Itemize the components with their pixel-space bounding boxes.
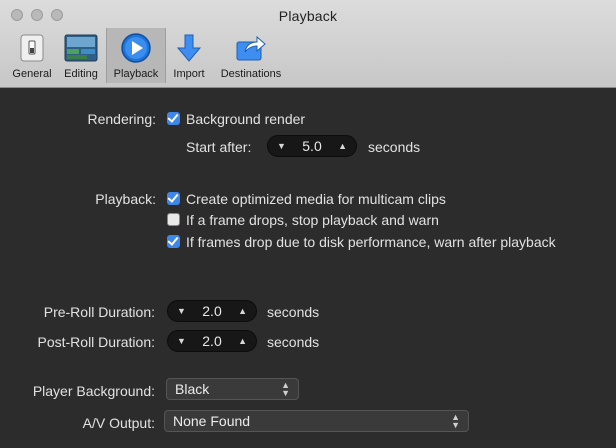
increment-arrow-icon[interactable]: ▲	[238, 306, 247, 316]
tab-general[interactable]: General	[8, 28, 56, 83]
start-after-unit: seconds	[368, 139, 421, 155]
playback-play-icon	[118, 32, 154, 64]
tab-playback-label: Playback	[113, 68, 159, 80]
preferences-toolbar: General Editing Playback Import Destinat…	[8, 28, 290, 83]
preroll-unit: seconds	[267, 304, 320, 320]
preroll-stepper[interactable]: ▼ 2.0 ▲	[167, 300, 257, 322]
av-output-popup[interactable]: None Found ▲ ▼	[164, 410, 469, 432]
import-arrow-icon	[171, 32, 207, 64]
frame-drop-stop-text: If a frame drops, stop playback and warn	[186, 212, 439, 228]
window-title: Playback	[278, 8, 338, 24]
frame-drop-stop-checkbox[interactable]	[167, 213, 180, 226]
playback-preferences-pane: Rendering: Background render Start after…	[0, 88, 616, 448]
tab-editing-label: Editing	[64, 68, 98, 80]
playback-label: Playback:	[95, 191, 156, 207]
decrement-arrow-icon[interactable]: ▼	[277, 141, 286, 151]
title-bar: Playback General Editing Playback Import…	[0, 0, 616, 88]
tab-import[interactable]: Import	[166, 28, 212, 83]
start-after-stepper[interactable]: ▼ 5.0 ▲	[267, 135, 357, 157]
tab-import-label: Import	[173, 68, 205, 80]
decrement-arrow-icon[interactable]: ▼	[177, 306, 186, 316]
increment-arrow-icon[interactable]: ▲	[238, 336, 247, 346]
player-background-label: Player Background:	[32, 383, 155, 399]
updown-chevron-icon: ▲ ▼	[451, 412, 460, 430]
general-switch-icon	[14, 32, 50, 64]
tab-general-label: General	[12, 68, 52, 80]
rendering-label: Rendering:	[87, 111, 157, 127]
tab-destinations[interactable]: Destinations	[212, 28, 290, 83]
player-background-popup[interactable]: Black ▲ ▼	[166, 378, 299, 400]
start-after-value: 5.0	[302, 138, 322, 154]
player-background-value: Black	[175, 381, 210, 397]
preroll-label: Pre-Roll Duration:	[43, 304, 155, 320]
tab-editing[interactable]: Editing	[56, 28, 106, 83]
editing-timeline-icon	[63, 32, 99, 64]
postroll-label: Post-Roll Duration:	[37, 334, 156, 350]
preferences-window: Playback General Editing Playback Import…	[0, 0, 616, 448]
optimized-media-checkbox[interactable]	[167, 192, 180, 205]
av-output-label: A/V Output:	[82, 415, 155, 431]
postroll-stepper[interactable]: ▼ 2.0 ▲	[167, 330, 257, 352]
av-output-value: None Found	[173, 413, 251, 429]
destinations-share-icon	[233, 32, 269, 64]
preroll-value: 2.0	[202, 303, 222, 319]
postroll-value: 2.0	[202, 333, 222, 349]
postroll-unit: seconds	[267, 334, 320, 350]
tab-destinations-label: Destinations	[220, 68, 282, 80]
background-render-text: Background render	[186, 111, 306, 127]
disk-performance-warn-text: If frames drop due to disk performance, …	[186, 234, 556, 250]
tab-playback[interactable]: Playback	[106, 28, 166, 83]
updown-chevron-icon: ▲ ▼	[281, 380, 290, 398]
background-render-checkbox[interactable]	[167, 112, 180, 125]
decrement-arrow-icon[interactable]: ▼	[177, 336, 186, 346]
start-after-label: Start after:	[186, 139, 252, 155]
disk-performance-warn-checkbox[interactable]	[167, 235, 180, 248]
optimized-media-text: Create optimized media for multicam clip…	[186, 191, 446, 207]
increment-arrow-icon[interactable]: ▲	[338, 141, 347, 151]
